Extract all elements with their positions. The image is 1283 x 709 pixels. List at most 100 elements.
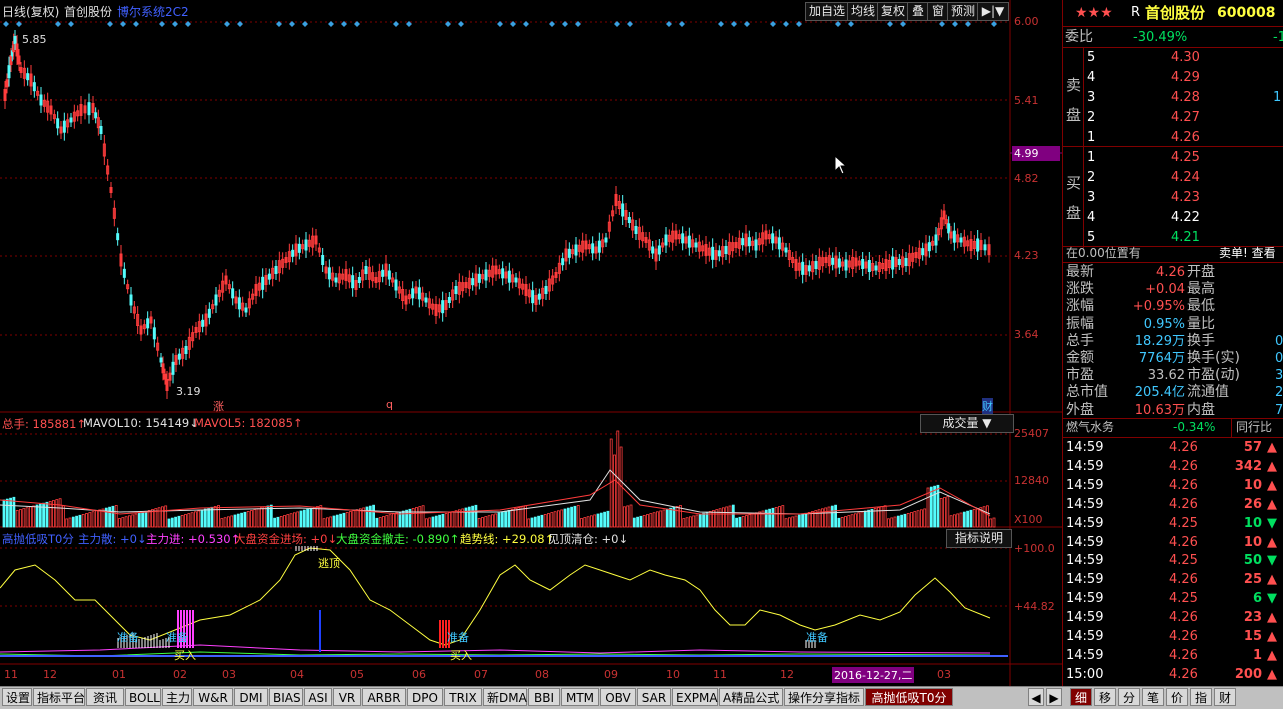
bottom-tab[interactable]: A精品公式 <box>719 688 783 706</box>
bottom-tab[interactable]: BIAS <box>269 688 303 706</box>
bottom-tab[interactable]: VR <box>333 688 361 706</box>
finance-mark[interactable]: 财 <box>982 398 993 414</box>
signal-diamond-icon <box>783 21 789 27</box>
expand-arrow-button[interactable]: ▶|▼ <box>977 2 1009 21</box>
forecast-button[interactable]: 预测 <box>947 2 979 21</box>
candle-body <box>634 226 638 234</box>
month-label: 04 <box>290 668 304 681</box>
volume-bar <box>741 516 745 528</box>
scroll-left-icon[interactable]: ◀ <box>1028 688 1044 706</box>
position-note-link[interactable]: 卖单! 查看 <box>1219 244 1276 263</box>
period-label[interactable]: 日线(复权) <box>2 3 59 20</box>
volume-bar <box>32 505 36 528</box>
kline-chart[interactable] <box>0 0 1062 686</box>
bottom-tab[interactable]: SAR <box>637 688 671 706</box>
quote-tab[interactable]: 分 <box>1118 688 1140 706</box>
candle-body <box>274 266 278 274</box>
bottom-tab[interactable]: DPO <box>407 688 443 706</box>
bottom-tab[interactable]: 指标平台 <box>33 688 85 706</box>
volume-bar <box>870 508 874 528</box>
signal-diamond-icon <box>393 21 399 27</box>
volume-bar <box>784 518 788 528</box>
signal-diamond-icon <box>679 21 685 27</box>
event-mark[interactable]: q <box>386 398 393 411</box>
buy-order-row[interactable]: 3 4.23 <box>1063 188 1283 207</box>
volume-bar <box>586 516 590 528</box>
quote-tab[interactable]: 财 <box>1214 688 1236 706</box>
stat-value: 4.26 <box>1156 265 1185 280</box>
bottom-tab[interactable]: TRIX <box>444 688 482 706</box>
arrow-up-icon: ▲ <box>1267 534 1277 550</box>
sell-order-row[interactable]: 1 4.26 <box>1063 128 1283 147</box>
chart-area[interactable]: 日线(复权) 首创股份 博尔系统2C2 加自选 均线 复权 叠 窗 预测 ▶|▼… <box>0 0 1062 686</box>
month-label: 08 <box>535 668 549 681</box>
quote-tab[interactable]: 移 <box>1094 688 1116 706</box>
tick-volume: 50 <box>1243 553 1262 569</box>
quote-tab[interactable]: 价 <box>1166 688 1188 706</box>
bottom-tab[interactable]: 设置 <box>2 688 32 706</box>
volume-bar <box>646 514 649 528</box>
bottom-tab[interactable]: BOLL <box>125 688 161 706</box>
overlay-button[interactable]: 叠 <box>907 2 929 21</box>
candle-body <box>694 242 698 248</box>
volume-bar <box>649 513 653 528</box>
volume-legend-mavol10: MAVOL10: 154149↓ <box>83 416 199 430</box>
bottom-tab[interactable]: 高抛低吸T0分 <box>865 688 953 706</box>
window-button[interactable]: 窗 <box>927 2 949 21</box>
volume-bar <box>659 510 663 528</box>
bottom-tab[interactable]: 操作分享指标 <box>784 688 864 706</box>
indicator-help-button[interactable]: 指标说明 <box>946 529 1012 548</box>
buy-order-row[interactable]: 1 4.25 <box>1063 148 1283 167</box>
quote-tab[interactable]: 指 <box>1190 688 1212 706</box>
volume-bar <box>807 512 811 528</box>
sell-order-row[interactable]: 4 4.29 <box>1063 68 1283 87</box>
quote-tab[interactable]: 细 <box>1070 688 1092 706</box>
volume-bar <box>801 513 804 528</box>
volume-bar <box>203 508 207 528</box>
scroll-right-icon[interactable]: ▶ <box>1046 688 1062 706</box>
sell-order-row[interactable]: 5 4.30 <box>1063 48 1283 67</box>
sell-order-row[interactable]: 2 4.27 <box>1063 108 1283 127</box>
event-mark[interactable]: 涨 <box>213 398 224 414</box>
buy-order-row[interactable]: 2 4.24 <box>1063 168 1283 187</box>
bottom-tab[interactable]: 资讯 <box>86 688 124 706</box>
formula-name-label[interactable]: 博尔系统2C2 <box>117 3 189 20</box>
candle-body <box>69 117 73 123</box>
volume-bar <box>500 511 504 528</box>
bottom-tab[interactable]: 新DMA <box>483 688 527 706</box>
bottom-tab[interactable]: OBV <box>600 688 636 706</box>
candle-body <box>711 246 715 260</box>
top-escape-label: 逃顶 <box>318 557 340 570</box>
candle-body <box>7 65 11 79</box>
bottom-tab[interactable]: MTM <box>561 688 599 706</box>
bottom-tab[interactable]: EXPMA <box>672 688 718 706</box>
volume-bar <box>375 517 379 528</box>
buy-order-row[interactable]: 4 4.22 <box>1063 208 1283 227</box>
sell-order-row[interactable]: 3 4.28 1 <box>1063 88 1283 107</box>
bottom-tab[interactable]: W&R <box>193 688 233 706</box>
candle-body <box>597 240 601 253</box>
volume-bar <box>2 499 6 528</box>
bottom-tab[interactable]: BBI <box>528 688 560 706</box>
tick-volume: 57 <box>1243 440 1262 455</box>
quote-tab[interactable]: 笔 <box>1142 688 1164 706</box>
candle-body <box>976 238 980 252</box>
volume-dropdown[interactable]: 成交量 ▼ <box>920 414 1014 433</box>
volume-bar <box>840 517 844 528</box>
month-label: 11 <box>4 668 18 681</box>
moving-average-button[interactable]: 均线 <box>847 2 879 21</box>
bottom-tab[interactable]: DMI <box>234 688 268 706</box>
add-favorite-button[interactable]: 加自选 <box>805 2 849 21</box>
indicator-name[interactable]: 高抛低吸T0分 <box>2 531 74 547</box>
sector-name[interactable]: 燃气水务 <box>1066 418 1114 437</box>
bottom-tab[interactable]: ASI <box>304 688 332 706</box>
stat-label: 涨幅 <box>1066 298 1094 315</box>
volume-bar <box>352 510 356 528</box>
bottom-tab[interactable]: ARBR <box>362 688 406 706</box>
bottom-tab[interactable]: 主力 <box>162 688 192 706</box>
tick-price: 4.26 <box>1169 534 1198 550</box>
order-price: 4.27 <box>1171 110 1200 125</box>
adjust-button[interactable]: 复权 <box>877 2 909 21</box>
sector-compare-button[interactable]: 同行比 <box>1231 418 1272 437</box>
buy-signal-label: 买入 <box>450 649 472 662</box>
